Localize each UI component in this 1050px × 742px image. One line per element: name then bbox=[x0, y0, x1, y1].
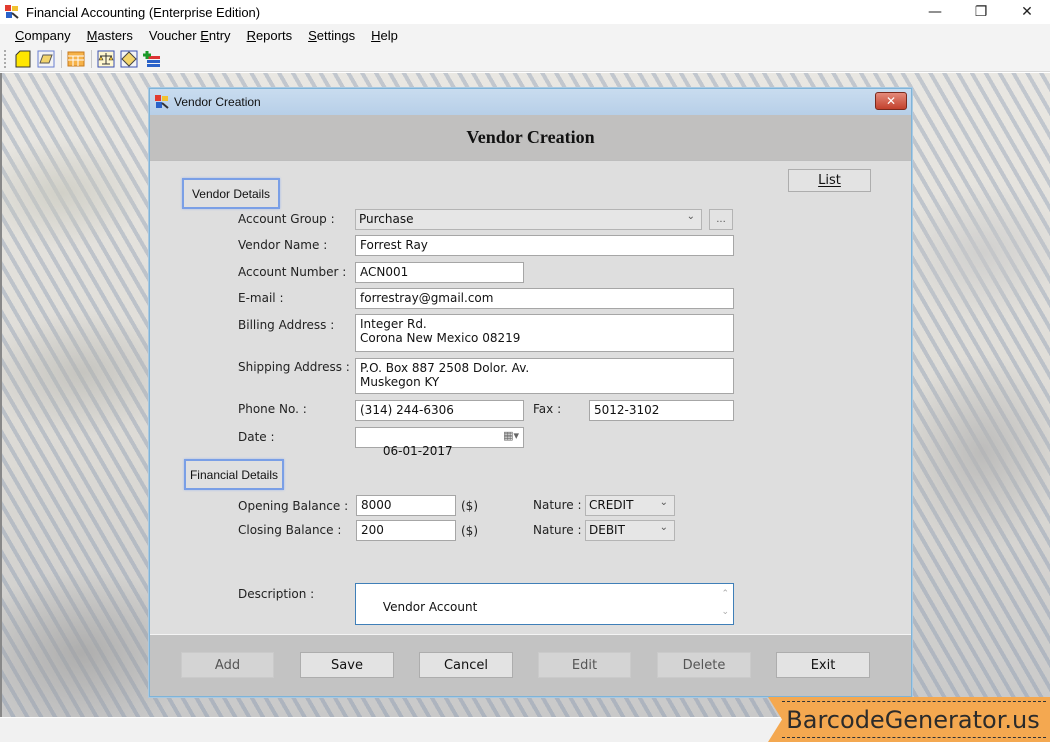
shipping-address-label: Shipping Address : bbox=[238, 360, 350, 374]
exit-button[interactable]: Exit bbox=[776, 652, 870, 678]
new-document-icon[interactable] bbox=[13, 49, 33, 69]
account-group-label: Account Group : bbox=[238, 212, 335, 226]
restore-icon: ❐ bbox=[974, 4, 988, 20]
close-icon: ✕ bbox=[885, 94, 897, 108]
watermark-text: BarcodeGenerator.us bbox=[786, 705, 1040, 734]
opening-balance-label: Opening Balance : bbox=[238, 499, 349, 513]
account-group-select[interactable]: Purchase ⌄ bbox=[355, 209, 702, 230]
ledger-book-icon[interactable] bbox=[119, 49, 139, 69]
fax-input[interactable]: 5012-3102 bbox=[589, 400, 734, 421]
vendor-name-input[interactable]: Forrest Ray bbox=[355, 235, 734, 256]
menu-voucher-entry[interactable]: Voucher Entry bbox=[141, 28, 239, 43]
closing-nature-value: DEBIT bbox=[589, 523, 625, 537]
opening-nature-value: CREDIT bbox=[589, 498, 634, 512]
form-body: List Vendor Details Account Group : Purc… bbox=[150, 161, 911, 633]
opening-nature-label: Nature : bbox=[533, 498, 582, 512]
toolbar bbox=[0, 46, 1050, 72]
list-button[interactable]: List bbox=[788, 169, 871, 192]
dialog-title-bar: Vendor Creation ✕ bbox=[150, 89, 911, 115]
add-button[interactable]: Add bbox=[181, 652, 274, 678]
chevron-down-icon: ⌄ bbox=[659, 522, 668, 533]
add-list-icon[interactable] bbox=[142, 49, 162, 69]
menu-help[interactable]: Help bbox=[363, 28, 406, 43]
billing-address-input[interactable]: Integer Rd. Corona New Mexico 08219 bbox=[355, 314, 734, 352]
menu-settings[interactable]: Settings bbox=[300, 28, 363, 43]
close-button[interactable]: ✕ bbox=[1004, 0, 1050, 24]
toolbar-separator bbox=[61, 49, 62, 68]
opening-balance-input[interactable]: 8000 bbox=[356, 495, 456, 516]
app-title: Financial Accounting (Enterprise Edition… bbox=[26, 4, 261, 20]
dialog-close-button[interactable]: ✕ bbox=[875, 92, 907, 110]
page-title: Vendor Creation bbox=[466, 127, 595, 147]
dialog-title: Vendor Creation bbox=[174, 95, 261, 109]
open-folder-icon[interactable] bbox=[36, 49, 56, 69]
app-logo-icon bbox=[4, 4, 20, 20]
toolbar-separator bbox=[91, 49, 92, 68]
email-input[interactable]: forrestray@gmail.com bbox=[355, 288, 734, 309]
date-label: Date : bbox=[238, 430, 275, 444]
shipping-address-input[interactable]: P.O. Box 887 2508 Dolor. Av. Muskegon KY bbox=[355, 358, 734, 394]
closing-balance-label: Closing Balance : bbox=[238, 523, 342, 537]
app-logo-icon bbox=[154, 94, 170, 110]
edit-button[interactable]: Edit bbox=[538, 652, 631, 678]
description-label: Description : bbox=[238, 587, 315, 601]
menu-bar: Company Masters Voucher Entry Reports Se… bbox=[0, 24, 1050, 46]
vendor-name-label: Vendor Name : bbox=[238, 238, 328, 252]
dialog-header: Vendor Creation bbox=[150, 115, 911, 161]
balance-scale-icon[interactable] bbox=[96, 49, 116, 69]
close-icon: ✕ bbox=[1021, 4, 1033, 20]
chevron-down-icon: ⌄ bbox=[659, 497, 668, 508]
date-value: 06-01-2017 bbox=[382, 444, 453, 458]
menu-reports[interactable]: Reports bbox=[239, 28, 301, 43]
restore-button[interactable]: ❐ bbox=[958, 0, 1004, 24]
account-number-input[interactable]: ACN001 bbox=[355, 262, 524, 283]
vendor-creation-dialog: Vendor Creation ✕ Vendor Creation List V… bbox=[149, 88, 912, 697]
save-button[interactable]: Save bbox=[300, 652, 394, 678]
opening-balance-unit: ($) bbox=[461, 499, 478, 513]
date-picker[interactable]: 06-01-2017 ▦▾ bbox=[355, 427, 524, 458]
description-value: Vendor Account bbox=[382, 600, 478, 614]
billing-address-label: Billing Address : bbox=[238, 318, 335, 332]
minimize-icon: — bbox=[928, 4, 942, 20]
grid-table-icon[interactable] bbox=[66, 49, 86, 69]
cancel-button[interactable]: Cancel bbox=[419, 652, 513, 678]
account-group-value: Purchase bbox=[359, 212, 414, 226]
section-financial-details: Financial Details bbox=[184, 459, 284, 490]
phone-label: Phone No. : bbox=[238, 402, 307, 416]
toolbar-grip[interactable] bbox=[4, 49, 7, 68]
email-label: E-mail : bbox=[238, 291, 284, 305]
opening-nature-select[interactable]: CREDIT ⌄ bbox=[585, 495, 675, 516]
action-bar: Add Save Cancel Edit Delete Exit bbox=[150, 634, 911, 696]
closing-nature-label: Nature : bbox=[533, 523, 582, 537]
fax-label: Fax : bbox=[533, 402, 562, 416]
closing-nature-select[interactable]: DEBIT ⌄ bbox=[585, 520, 675, 541]
menu-company[interactable]: Company bbox=[7, 28, 79, 43]
watermark-badge: BarcodeGenerator.us bbox=[768, 697, 1050, 742]
app-title-bar: Financial Accounting (Enterprise Edition… bbox=[0, 0, 1050, 24]
minimize-button[interactable]: — bbox=[912, 0, 958, 24]
calendar-icon[interactable]: ▦▾ bbox=[503, 429, 519, 443]
account-group-browse-button[interactable]: ... bbox=[709, 209, 733, 230]
closing-balance-input[interactable]: 200 bbox=[356, 520, 456, 541]
chevron-down-icon: ⌄ bbox=[686, 211, 695, 222]
delete-button[interactable]: Delete bbox=[657, 652, 751, 678]
account-number-label: Account Number : bbox=[238, 265, 347, 279]
list-button-label: List bbox=[818, 173, 841, 188]
section-vendor-details: Vendor Details bbox=[182, 178, 280, 209]
scrollbar[interactable]: ⌃ ⌄ bbox=[721, 585, 729, 621]
description-textarea[interactable]: Vendor Account ⌃ ⌄ bbox=[355, 583, 734, 625]
phone-input[interactable]: (314) 244-6306 bbox=[355, 400, 524, 421]
menu-masters[interactable]: Masters bbox=[79, 28, 141, 43]
closing-balance-unit: ($) bbox=[461, 524, 478, 538]
